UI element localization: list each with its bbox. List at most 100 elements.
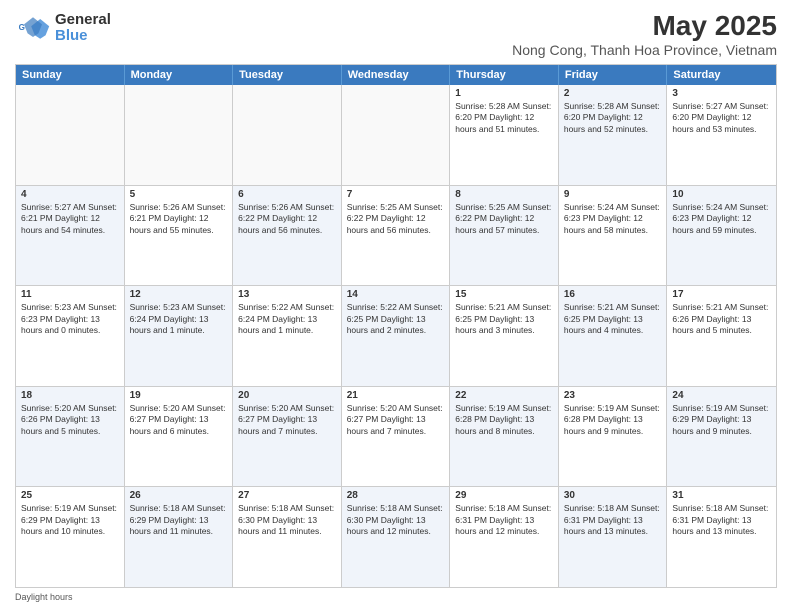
day-number: 30 xyxy=(564,490,662,501)
cell-text: Sunrise: 5:19 AM Sunset: 6:28 PM Dayligh… xyxy=(455,403,553,437)
header-cell-sunday: Sunday xyxy=(16,65,125,85)
calendar-row-2: 11 Sunrise: 5:23 AM Sunset: 6:23 PM Dayli… xyxy=(16,285,776,386)
day-number: 22 xyxy=(455,390,553,401)
calendar-body: 1 Sunrise: 5:28 AM Sunset: 6:20 PM Daylig… xyxy=(16,85,776,587)
day-number: 24 xyxy=(672,390,771,401)
cell-text: Sunrise: 5:19 AM Sunset: 6:29 PM Dayligh… xyxy=(672,403,771,437)
cal-cell-4-0: 25 Sunrise: 5:19 AM Sunset: 6:29 PM Dayli… xyxy=(16,487,125,587)
day-number: 11 xyxy=(21,289,119,300)
logo-icon: G xyxy=(15,10,51,46)
cal-cell-4-6: 31Sunrise: 5:18 AM Sunset: 6:31 PM Dayli… xyxy=(667,487,776,587)
header-cell-wednesday: Wednesday xyxy=(342,65,451,85)
cal-cell-3-1: 19 Sunrise: 5:20 AM Sunset: 6:27 PM Dayli… xyxy=(125,387,234,487)
cal-cell-0-1 xyxy=(125,85,234,185)
cell-text: Sunrise: 5:23 AM Sunset: 6:24 PM Dayligh… xyxy=(130,302,228,336)
header-cell-tuesday: Tuesday xyxy=(233,65,342,85)
calendar-row-1: 4Sunrise: 5:27 AM Sunset: 6:21 PM Daylig… xyxy=(16,185,776,286)
cal-cell-1-6: 10 Sunrise: 5:24 AM Sunset: 6:23 PM Dayli… xyxy=(667,186,776,286)
cal-cell-1-3: 7 Sunrise: 5:25 AM Sunset: 6:22 PM Daylig… xyxy=(342,186,451,286)
cell-text: Sunrise: 5:22 AM Sunset: 6:24 PM Dayligh… xyxy=(238,302,336,336)
cal-cell-0-0 xyxy=(16,85,125,185)
cal-cell-2-5: 16 Sunrise: 5:21 AM Sunset: 6:25 PM Dayli… xyxy=(559,286,668,386)
day-number: 16 xyxy=(564,289,662,300)
day-number: 28 xyxy=(347,490,445,501)
cal-cell-0-2 xyxy=(233,85,342,185)
day-number: 15 xyxy=(455,289,553,300)
day-number: 7 xyxy=(347,189,445,200)
page-subtitle: Nong Cong, Thanh Hoa Province, Vietnam xyxy=(512,42,777,58)
day-number: 21 xyxy=(347,390,445,401)
logo-line2: Blue xyxy=(55,28,111,45)
svg-text:G: G xyxy=(19,23,25,32)
title-section: May 2025 Nong Cong, Thanh Hoa Province, … xyxy=(512,10,777,58)
cal-cell-3-6: 24 Sunrise: 5:19 AM Sunset: 6:29 PM Dayli… xyxy=(667,387,776,487)
cell-text: Sunrise: 5:20 AM Sunset: 6:27 PM Dayligh… xyxy=(347,403,445,437)
cell-text: Sunrise: 5:21 AM Sunset: 6:26 PM Dayligh… xyxy=(672,302,771,336)
header-cell-thursday: Thursday xyxy=(450,65,559,85)
cell-text: Sunrise: 5:25 AM Sunset: 6:22 PM Dayligh… xyxy=(347,202,445,236)
footer-note: Daylight hours xyxy=(15,592,777,602)
cell-text: Sunrise: 5:18 AM Sunset: 6:30 PM Dayligh… xyxy=(347,503,445,537)
cal-cell-4-3: 28 Sunrise: 5:18 AM Sunset: 6:30 PM Dayli… xyxy=(342,487,451,587)
day-number: 4 xyxy=(21,189,119,200)
day-number: 13 xyxy=(238,289,336,300)
cal-cell-3-2: 20Sunrise: 5:20 AM Sunset: 6:27 PM Dayli… xyxy=(233,387,342,487)
cell-text: Sunrise: 5:20 AM Sunset: 6:27 PM Dayligh… xyxy=(238,403,336,437)
cell-text: Sunrise: 5:18 AM Sunset: 6:31 PM Dayligh… xyxy=(455,503,553,537)
cal-cell-4-4: 29Sunrise: 5:18 AM Sunset: 6:31 PM Dayli… xyxy=(450,487,559,587)
header: G General Blue May 2025 Nong Cong, Thanh… xyxy=(15,10,777,58)
day-number: 17 xyxy=(672,289,771,300)
day-number: 26 xyxy=(130,490,228,501)
cell-text: Sunrise: 5:28 AM Sunset: 6:20 PM Dayligh… xyxy=(564,101,662,135)
cal-cell-3-4: 22 Sunrise: 5:19 AM Sunset: 6:28 PM Dayli… xyxy=(450,387,559,487)
cell-text: Sunrise: 5:22 AM Sunset: 6:25 PM Dayligh… xyxy=(347,302,445,336)
cal-cell-3-0: 18 Sunrise: 5:20 AM Sunset: 6:26 PM Dayli… xyxy=(16,387,125,487)
cell-text: Sunrise: 5:24 AM Sunset: 6:23 PM Dayligh… xyxy=(564,202,662,236)
cal-cell-3-5: 23Sunrise: 5:19 AM Sunset: 6:28 PM Dayli… xyxy=(559,387,668,487)
cal-cell-0-4: 1Sunrise: 5:28 AM Sunset: 6:20 PM Daylig… xyxy=(450,85,559,185)
cal-cell-3-3: 21 Sunrise: 5:20 AM Sunset: 6:27 PM Dayli… xyxy=(342,387,451,487)
logo-text: General Blue xyxy=(55,12,111,45)
calendar-row-4: 25 Sunrise: 5:19 AM Sunset: 6:29 PM Dayli… xyxy=(16,486,776,587)
day-number: 1 xyxy=(455,88,553,99)
calendar-header: SundayMondayTuesdayWednesdayThursdayFrid… xyxy=(16,65,776,85)
day-number: 27 xyxy=(238,490,336,501)
day-number: 31 xyxy=(672,490,771,501)
cal-cell-0-6: 3Sunrise: 5:27 AM Sunset: 6:20 PM Daylig… xyxy=(667,85,776,185)
day-number: 25 xyxy=(21,490,119,501)
cal-cell-2-3: 14Sunrise: 5:22 AM Sunset: 6:25 PM Dayli… xyxy=(342,286,451,386)
day-number: 6 xyxy=(238,189,336,200)
logo: G General Blue xyxy=(15,10,111,46)
page-title: May 2025 xyxy=(512,10,777,42)
cal-cell-1-5: 9Sunrise: 5:24 AM Sunset: 6:23 PM Daylig… xyxy=(559,186,668,286)
day-number: 10 xyxy=(672,189,771,200)
day-number: 19 xyxy=(130,390,228,401)
cal-cell-2-6: 17 Sunrise: 5:21 AM Sunset: 6:26 PM Dayli… xyxy=(667,286,776,386)
header-cell-saturday: Saturday xyxy=(667,65,776,85)
cal-cell-4-5: 30Sunrise: 5:18 AM Sunset: 6:31 PM Dayli… xyxy=(559,487,668,587)
cell-text: Sunrise: 5:19 AM Sunset: 6:29 PM Dayligh… xyxy=(21,503,119,537)
calendar-row-0: 1 Sunrise: 5:28 AM Sunset: 6:20 PM Daylig… xyxy=(16,85,776,185)
day-number: 3 xyxy=(672,88,771,99)
cell-text: Sunrise: 5:21 AM Sunset: 6:25 PM Dayligh… xyxy=(564,302,662,336)
cal-cell-2-0: 11 Sunrise: 5:23 AM Sunset: 6:23 PM Dayli… xyxy=(16,286,125,386)
cal-cell-1-1: 5Sunrise: 5:26 AM Sunset: 6:21 PM Daylig… xyxy=(125,186,234,286)
calendar: SundayMondayTuesdayWednesdayThursdayFrid… xyxy=(15,64,777,588)
cal-cell-4-2: 27 Sunrise: 5:18 AM Sunset: 6:30 PM Dayli… xyxy=(233,487,342,587)
cal-cell-0-3 xyxy=(342,85,451,185)
day-number: 18 xyxy=(21,390,119,401)
calendar-row-3: 18 Sunrise: 5:20 AM Sunset: 6:26 PM Dayli… xyxy=(16,386,776,487)
cell-text: Sunrise: 5:23 AM Sunset: 6:23 PM Dayligh… xyxy=(21,302,119,336)
cal-cell-1-2: 6Sunrise: 5:26 AM Sunset: 6:22 PM Daylig… xyxy=(233,186,342,286)
day-number: 5 xyxy=(130,189,228,200)
cell-text: Sunrise: 5:25 AM Sunset: 6:22 PM Dayligh… xyxy=(455,202,553,236)
cell-text: Sunrise: 5:24 AM Sunset: 6:23 PM Dayligh… xyxy=(672,202,771,236)
cell-text: Sunrise: 5:20 AM Sunset: 6:27 PM Dayligh… xyxy=(130,403,228,437)
cal-cell-1-4: 8Sunrise: 5:25 AM Sunset: 6:22 PM Daylig… xyxy=(450,186,559,286)
cal-cell-0-5: 2Sunrise: 5:28 AM Sunset: 6:20 PM Daylig… xyxy=(559,85,668,185)
cell-text: Sunrise: 5:20 AM Sunset: 6:26 PM Dayligh… xyxy=(21,403,119,437)
cell-text: Sunrise: 5:18 AM Sunset: 6:29 PM Dayligh… xyxy=(130,503,228,537)
cell-text: Sunrise: 5:18 AM Sunset: 6:30 PM Dayligh… xyxy=(238,503,336,537)
day-number: 23 xyxy=(564,390,662,401)
cal-cell-2-4: 15Sunrise: 5:21 AM Sunset: 6:25 PM Dayli… xyxy=(450,286,559,386)
